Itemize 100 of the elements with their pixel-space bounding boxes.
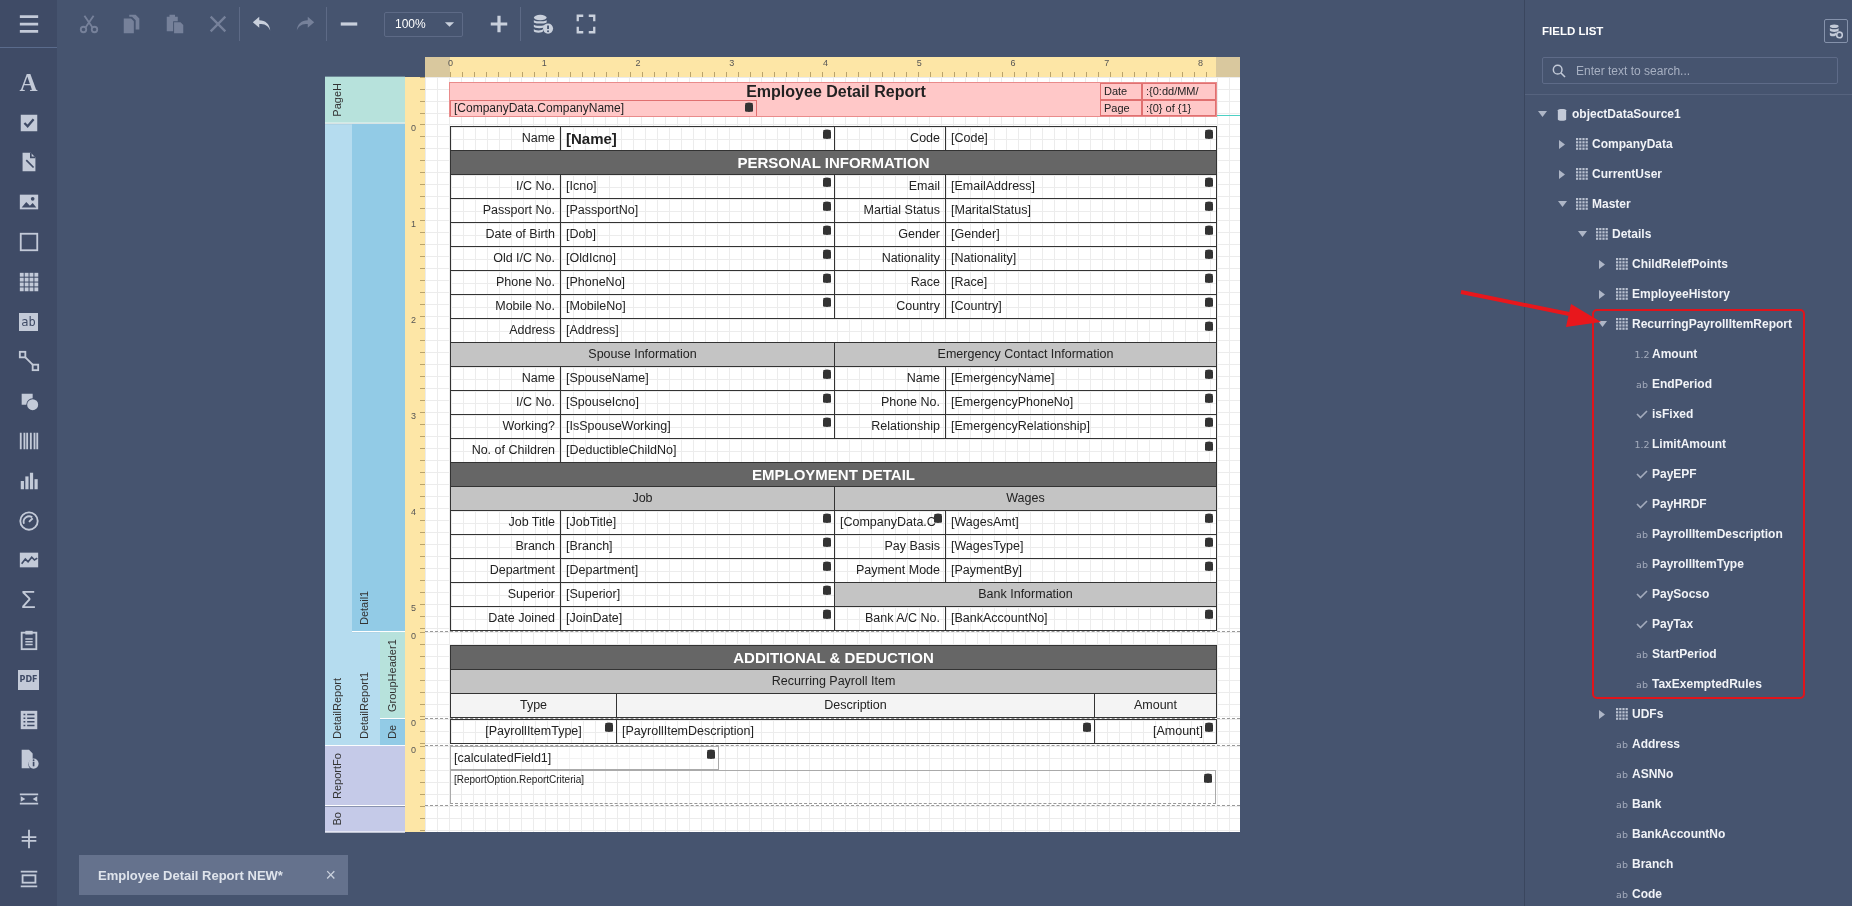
band-label[interactable]: PageH (325, 77, 405, 124)
document-tab[interactable]: Employee Detail Report NEW* × (79, 855, 348, 895)
field-label: I/C No. (451, 174, 560, 198)
field-label: Country (835, 294, 945, 318)
database-icon (707, 748, 715, 760)
tree-item[interactable]: LimitAmount (1652, 437, 1726, 451)
zoom-dropdown[interactable]: 100% (384, 11, 463, 37)
caret-icon[interactable] (1597, 319, 1607, 329)
letter-icon[interactable]: A (19, 70, 38, 95)
tree-item[interactable]: Details (1612, 227, 1652, 241)
column-header: Description (617, 693, 1094, 717)
table-icon (1615, 707, 1629, 721)
data-field: [JoinDate] (566, 610, 623, 625)
data-field: [PassportNo] (566, 202, 639, 217)
section-subheader: Wages (835, 486, 1216, 510)
caret-icon[interactable] (1537, 109, 1547, 119)
check-icon (1636, 589, 1648, 599)
tree-item[interactable]: Amount (1652, 347, 1698, 361)
band-label[interactable]: Detail1 (352, 123, 405, 632)
tree-item[interactable]: PayHRDF (1652, 497, 1707, 511)
section-subheader: Recurring Payroll Item (451, 669, 1216, 693)
data-field: [Icno] (566, 178, 597, 193)
tree-item[interactable]: StartPeriod (1652, 647, 1717, 661)
field-label: Gender (835, 222, 945, 246)
data-field: [PhoneNo] (566, 274, 626, 289)
data-field: [DeductibleChildNo] (566, 442, 677, 457)
tree-item[interactable]: EndPeriod (1652, 377, 1712, 391)
caret-icon[interactable] (1557, 199, 1567, 209)
field-label: Job Title (451, 510, 560, 534)
gauge-icon[interactable] (17, 509, 40, 532)
caret-icon[interactable] (1597, 289, 1607, 299)
data-field: [Code] (951, 130, 988, 145)
band-label[interactable]: GroupHeader1 (380, 631, 405, 719)
field-label: Relationship (835, 414, 945, 438)
data-field: [Address] (566, 322, 619, 337)
tree-item[interactable]: Branch (1632, 857, 1674, 871)
tree-item[interactable]: Bank (1632, 797, 1662, 811)
tree-item[interactable]: PayrollItemType (1652, 557, 1744, 571)
database-icon (1205, 176, 1213, 188)
menu-icon[interactable] (17, 12, 40, 35)
line-icon[interactable] (17, 350, 40, 373)
tree-item[interactable]: ASNNo (1632, 767, 1674, 781)
pdf-icon[interactable]: PDF (17, 669, 40, 690)
database-icon (934, 512, 942, 524)
tree-item[interactable]: PayrollItemDescription (1652, 527, 1783, 541)
tree-item[interactable]: Code (1632, 887, 1662, 901)
ruler-number: 3 (411, 410, 416, 421)
data-source-button[interactable] (1824, 18, 1848, 43)
field-label: Working? (451, 414, 560, 438)
tree-item[interactable]: EmployeeHistory (1632, 287, 1731, 301)
field-label: Name (451, 366, 560, 390)
tree-item[interactable]: CompanyData (1592, 137, 1673, 151)
tree-item[interactable]: BankAccountNo (1632, 827, 1726, 841)
field-label: Old I/C No. (451, 246, 560, 270)
ruler-number: 0 (411, 745, 416, 755)
ruler-number: 4 (823, 58, 828, 68)
label-icon[interactable]: ab (19, 312, 38, 331)
band-label[interactable]: ReportFo (325, 745, 405, 806)
data-field: [MaritalStatus] (951, 202, 1031, 217)
square-icon[interactable] (17, 231, 40, 254)
section-subheader: Emergency Contact Information (835, 342, 1216, 366)
data-field: [Department] (566, 562, 639, 577)
tree-item[interactable]: RecurringPayrollItemReport (1632, 317, 1793, 331)
field-label: Nationality (835, 246, 945, 270)
tree-item[interactable]: UDFs (1632, 707, 1664, 721)
band-label[interactable]: DetailReport (325, 123, 352, 746)
caret-icon[interactable] (1597, 709, 1607, 719)
tree-item[interactable]: TaxExemptedRules (1652, 677, 1762, 691)
tree-item[interactable]: isFixed (1652, 407, 1694, 421)
tree-item[interactable]: Address (1632, 737, 1681, 751)
tree-item[interactable]: PayTax (1652, 617, 1694, 631)
field-label: Phone No. (835, 390, 945, 414)
database-icon (823, 608, 831, 620)
caret-icon[interactable] (1577, 229, 1587, 239)
caret-icon[interactable] (1597, 259, 1607, 269)
tree-item[interactable]: PaySocso (1652, 587, 1710, 601)
ruler-number: 5 (411, 602, 416, 613)
caret-icon[interactable] (1557, 169, 1567, 179)
band-label[interactable]: DetailReport1 (352, 631, 380, 746)
tree-item[interactable]: ChildRelefPoints (1632, 257, 1728, 271)
check-icon (1636, 409, 1648, 419)
tree-item[interactable]: Master (1592, 197, 1631, 211)
field-label: Branch (451, 534, 560, 558)
fullscreen-icon[interactable] (574, 13, 597, 35)
database-icon (823, 248, 831, 260)
data-type-glyph: ab (1616, 798, 1628, 810)
band-label[interactable]: Bo (325, 805, 405, 833)
tree-item[interactable]: objectDataSource1 (1572, 107, 1681, 121)
tree-item[interactable]: CurrentUser (1592, 167, 1663, 181)
sigma-icon[interactable]: Σ (21, 588, 36, 613)
caret-icon[interactable] (1557, 139, 1567, 149)
database-icon (1205, 416, 1213, 428)
database-icon (1205, 296, 1213, 308)
search-field[interactable]: Enter text to search... (1542, 57, 1838, 84)
band-label[interactable]: De (380, 718, 405, 746)
data-field: [PaymentBy] (951, 562, 1022, 577)
database-icon (605, 721, 613, 733)
tree-item[interactable]: PayEPF (1652, 467, 1697, 481)
database-warning-icon[interactable] (531, 13, 554, 35)
grid-icon[interactable] (17, 270, 40, 293)
